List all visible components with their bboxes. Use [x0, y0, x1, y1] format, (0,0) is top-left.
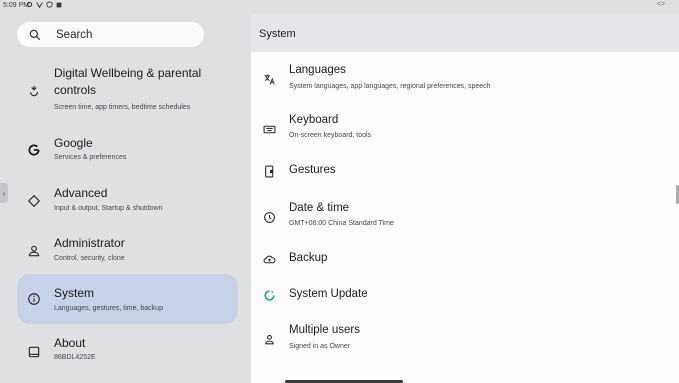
- administrator-icon: [26, 243, 42, 259]
- menu-item-subtitle: Services & preferences: [54, 154, 127, 161]
- menu-item-title: Advanced: [54, 186, 108, 200]
- menu-item-subtitle: Languages, gestures, time, backup: [54, 305, 163, 312]
- tablet-icon: [26, 344, 42, 360]
- setting-title: Languages: [289, 64, 346, 76]
- status-right-indicator: <>: [656, 1, 665, 8]
- menu-item-title: About: [54, 336, 86, 350]
- shield-icon: [46, 1, 53, 8]
- system-update-icon: [262, 288, 276, 302]
- info-icon: [26, 291, 42, 307]
- setting-keyboard[interactable]: Keyboard On-screen keyboard, tools: [251, 110, 679, 148]
- gestures-icon: [262, 164, 276, 178]
- battery-icon: [56, 2, 62, 7]
- setting-system-update[interactable]: System Update: [251, 280, 679, 310]
- setting-title: System Update: [289, 288, 368, 300]
- wellbeing-icon: [26, 83, 42, 99]
- advanced-icon: [26, 193, 42, 209]
- setting-multiple-users[interactable]: Multiple users Signed in as Owner: [251, 319, 679, 357]
- setting-subtitle: System languages, app languages, regiona…: [289, 83, 491, 90]
- menu-item-digital-wellbeing[interactable]: Digital Wellbeing & parental controls Sc…: [17, 57, 238, 125]
- setting-gestures[interactable]: Gestures: [251, 156, 679, 186]
- search-placeholder[interactable]: Search: [56, 29, 92, 41]
- status-bar: 5:09 PM <>: [0, 0, 679, 12]
- setting-title: Gestures: [289, 164, 336, 176]
- menu-item-about[interactable]: About 86BDL4252E: [17, 332, 238, 372]
- setting-backup[interactable]: Backup: [251, 244, 679, 274]
- menu-item-title: Digital Wellbeing & parental controls: [54, 66, 202, 97]
- left-edge-handle[interactable]: ›: [0, 183, 8, 203]
- users-icon: [262, 332, 276, 346]
- keyboard-icon: [262, 122, 276, 136]
- menu-item-administrator[interactable]: Administrator Control, security, clone: [17, 231, 238, 271]
- panel-title: System: [259, 28, 296, 40]
- menu-item-subtitle: Screen time, app timers, bedtime schedul…: [54, 104, 191, 111]
- setting-subtitle: Signed in as Owner: [289, 343, 351, 350]
- menu-item-subtitle: Control, security, clone: [54, 255, 125, 262]
- system-settings-panel: System Languages System languages, app l…: [251, 14, 679, 383]
- setting-languages[interactable]: Languages System languages, app language…: [251, 60, 679, 98]
- gear-icon: [26, 1, 33, 8]
- menu-item-title: Google: [54, 136, 93, 150]
- setting-subtitle: GMT+08:00 China Standard Time: [289, 220, 394, 227]
- setting-title: Keyboard: [289, 114, 339, 126]
- setting-title: Multiple users: [289, 324, 360, 336]
- google-icon: [26, 142, 42, 158]
- menu-item-title: Administrator: [54, 236, 125, 250]
- backup-icon: [262, 252, 276, 266]
- menu-item-subtitle: Input & output, Startup & shutdown: [54, 205, 163, 212]
- menu-item-subtitle: 86BDL4252E: [54, 354, 96, 361]
- setting-title: Backup: [289, 252, 328, 264]
- setting-subtitle: On-screen keyboard, tools: [289, 132, 372, 139]
- translate-icon: [262, 72, 276, 86]
- menu-item-advanced[interactable]: Advanced Input & output, Startup & shutd…: [17, 181, 238, 221]
- setting-title: Date & time: [289, 202, 350, 214]
- panel-header: System: [251, 14, 679, 52]
- menu-item-title: System: [54, 286, 95, 300]
- search-icon: [28, 28, 42, 42]
- search-bar[interactable]: Search: [17, 22, 204, 47]
- vpn-icon: [36, 2, 43, 8]
- clock-icon: [262, 210, 276, 224]
- menu-item-system[interactable]: System Languages, gestures, time, backup: [17, 274, 238, 324]
- menu-item-google[interactable]: Google Services & preferences: [17, 130, 238, 170]
- setting-date-time[interactable]: Date & time GMT+08:00 China Standard Tim…: [251, 198, 679, 236]
- status-icons: [26, 1, 62, 8]
